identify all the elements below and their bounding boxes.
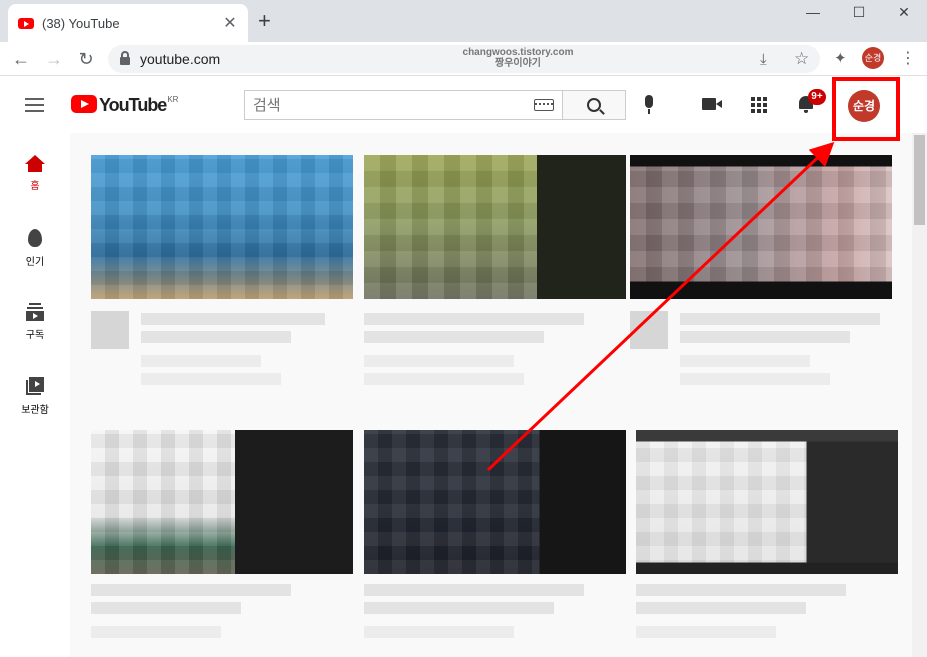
video-title-blurred — [680, 331, 850, 343]
channel-name-blurred — [364, 355, 514, 367]
channel-avatar[interactable] — [91, 311, 129, 349]
tab-strip: (38) YouTube ✕ + — ☐ ✕ — [0, 0, 927, 42]
keyboard-icon[interactable] — [534, 99, 554, 111]
watermark-blog: 짱우이야기 — [495, 58, 541, 69]
search-icon — [587, 98, 601, 112]
scrollbar-thumb[interactable] — [914, 135, 925, 225]
channel-name-blurred — [680, 355, 810, 367]
video-thumbnail[interactable] — [364, 155, 626, 299]
notification-badge: 9+ — [808, 89, 826, 105]
new-tab-button[interactable]: + — [258, 10, 271, 32]
video-thumbnail[interactable] — [636, 430, 898, 574]
video-card[interactable] — [364, 155, 626, 405]
video-stats-blurred — [141, 373, 281, 385]
browser-profile-avatar[interactable]: 순경 — [862, 47, 884, 69]
video-title-blurred — [141, 331, 291, 343]
search-input[interactable] — [253, 96, 534, 114]
video-card[interactable] — [91, 155, 353, 405]
address-bar[interactable]: youtube.com changwoos.tistory.com 짱우이야기 … — [108, 45, 820, 73]
video-title-blurred — [636, 602, 806, 614]
search-box — [244, 90, 562, 120]
logo-wordmark: YouTube — [99, 95, 167, 115]
bookmark-star-icon[interactable]: ☆ — [794, 49, 809, 69]
install-icon[interactable]: ⤓ — [760, 51, 767, 68]
youtube-favicon-icon — [18, 17, 34, 29]
channel-avatar[interactable] — [630, 311, 668, 349]
browser-toolbar: ← → ↻ youtube.com changwoos.tistory.com … — [0, 42, 927, 76]
youtube-masthead: YouTube KR 9+ 순경 — [0, 77, 912, 133]
maximize-button[interactable]: ☐ — [836, 4, 882, 21]
close-window-button[interactable]: ✕ — [881, 4, 927, 21]
url-text: youtube.com — [140, 51, 221, 67]
microphone-icon[interactable] — [644, 95, 654, 115]
video-title-blurred — [141, 313, 325, 325]
video-title-blurred — [364, 331, 544, 343]
video-stats-blurred — [364, 373, 524, 385]
video-thumbnail[interactable] — [364, 430, 626, 574]
account-avatar[interactable]: 순경 — [848, 90, 880, 122]
video-title-blurred — [91, 584, 291, 596]
youtube-logo[interactable]: YouTube KR — [71, 95, 178, 115]
hamburger-menu-icon[interactable] — [25, 98, 44, 112]
video-card[interactable] — [636, 430, 898, 657]
video-title-blurred — [680, 313, 880, 325]
video-title-blurred — [364, 313, 584, 325]
channel-name-blurred — [636, 626, 776, 638]
video-title-blurred — [91, 602, 241, 614]
channel-name-blurred — [364, 626, 514, 638]
sidebar-item-subscriptions[interactable]: 구독 — [0, 289, 70, 359]
home-icon — [25, 155, 45, 172]
sidebar-item-label: 보관함 — [21, 405, 49, 416]
library-icon — [26, 377, 44, 395]
channel-name-blurred — [141, 355, 261, 367]
sidebar-item-label: 구독 — [25, 330, 45, 341]
sidebar-item-label: 인기 — [25, 257, 45, 268]
region-code: KR — [167, 95, 179, 104]
youtube-play-icon — [71, 95, 97, 113]
video-card[interactable] — [630, 155, 892, 405]
sidebar-item-label: 홈 — [30, 181, 40, 192]
video-thumbnail[interactable] — [630, 155, 892, 299]
channel-name-blurred — [91, 626, 221, 638]
mini-guide: 홈 인기 구독 보관함 — [0, 133, 70, 657]
subscriptions-icon — [26, 303, 44, 321]
video-title-blurred — [364, 584, 584, 596]
sidebar-item-library[interactable]: 보관함 — [0, 363, 70, 433]
watermark-site: changwoos.tistory.com — [462, 47, 574, 58]
fire-icon — [28, 229, 42, 247]
lock-icon — [120, 51, 130, 65]
video-grid — [70, 133, 912, 657]
browser-tab[interactable]: (38) YouTube ✕ — [8, 4, 248, 42]
extensions-puzzle-icon[interactable]: ✦ — [834, 49, 847, 67]
tab-title: (38) YouTube — [42, 15, 120, 31]
browser-menu-icon[interactable]: ⋮ — [900, 48, 916, 68]
video-title-blurred — [364, 602, 554, 614]
minimize-button[interactable]: — — [790, 4, 836, 20]
forward-button[interactable]: → — [42, 47, 66, 71]
search-button[interactable] — [562, 90, 626, 120]
apps-grid-icon[interactable] — [751, 97, 767, 113]
sidebar-item-home[interactable]: 홈 — [0, 141, 70, 211]
watermark: changwoos.tistory.com 짱우이야기 — [408, 47, 628, 69]
sidebar-item-trending[interactable]: 인기 — [0, 215, 70, 285]
reload-button[interactable]: ↻ — [74, 47, 98, 71]
create-video-icon[interactable] — [702, 98, 722, 110]
back-button[interactable]: ← — [9, 47, 33, 71]
video-stats-blurred — [680, 373, 830, 385]
video-card[interactable] — [91, 430, 353, 657]
video-card[interactable] — [364, 430, 626, 657]
tab-close-icon[interactable]: ✕ — [222, 13, 238, 33]
video-title-blurred — [636, 584, 846, 596]
video-thumbnail[interactable] — [91, 155, 353, 299]
video-thumbnail[interactable] — [91, 430, 353, 574]
